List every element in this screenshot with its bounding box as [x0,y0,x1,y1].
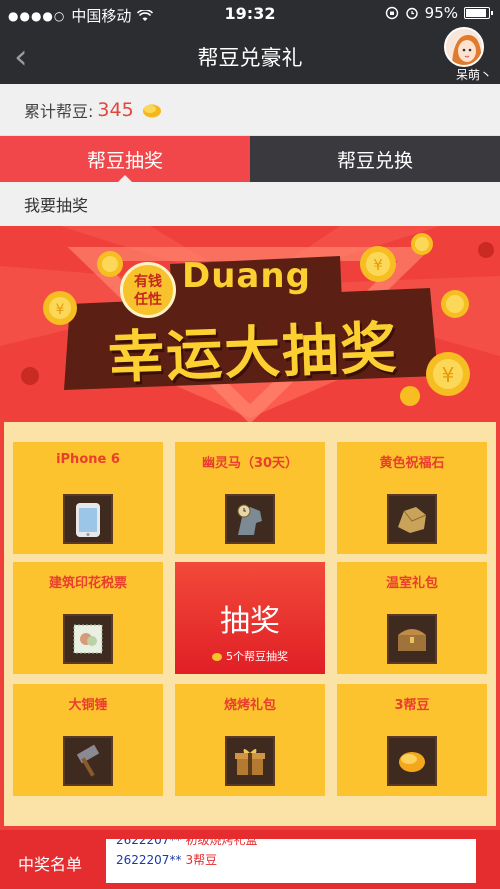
coin-icon: ¥ [426,352,470,396]
alarm-icon [405,7,418,20]
iphone-icon [63,494,113,544]
prize-label: 3帮豆 [394,698,430,713]
tab-exchange[interactable]: 帮豆兑换 [250,136,500,182]
list-item: 2622207** 初级烧烤礼盒 [116,839,257,848]
bean-icon [387,736,437,786]
coin-icon: ¥ [360,246,396,282]
draw-cost: 5个帮豆抽奖 [175,648,325,664]
list-item: 2622207** 3帮豆 [116,851,217,868]
prize-cell: 温室礼包 [337,562,487,674]
winner-prize: 3帮豆 [185,853,218,867]
prize-label: 烧烤礼包 [223,698,276,713]
stamp-icon [63,614,113,664]
coin-icon: ¥ [43,291,77,325]
bean-coin-icon [212,653,222,661]
draw-cost-label: 5个帮豆抽奖 [226,650,288,663]
winner-ticker[interactable]: 2622207** 初级烧烤礼盒 2622207** 3帮豆 [106,839,476,883]
lottery-banner: ¥ ¥ ¥ 有钱 任性 Duang 幸运大抽奖 [0,226,500,422]
banner-tag-line2: 任性 [134,292,162,308]
status-bar: ●●●●○ 中国移动 19:32 95% [0,0,500,28]
winner-user: 2622207** [116,839,182,847]
prize-cell: 黄色祝福石 [337,442,487,554]
hammer-icon [63,736,113,786]
prize-cell: 3帮豆 [337,684,487,796]
svg-text:¥: ¥ [56,302,65,318]
prize-label: 建筑印花税票 [48,576,127,591]
winner-prize: 初级烧烤礼盒 [185,839,258,847]
horse-icon [225,494,275,544]
tab-lottery[interactable]: 帮豆抽奖 [0,136,250,182]
bean-coin-icon [142,104,161,117]
coin-icon [411,233,433,255]
draw-button[interactable]: 抽奖 5个帮豆抽奖 [175,562,325,674]
prize-label: 大铜锤 [68,698,108,713]
rotation-lock-icon [385,6,398,20]
prize-cell: 幽灵马（30天） [175,442,325,554]
banner-headline: 幸运大抽奖 [107,315,400,392]
page-title: 帮豆兑豪礼 [197,46,303,70]
winner-user: 2622207** [116,853,182,867]
gift-box-icon [225,736,275,786]
avatar[interactable] [444,27,484,67]
prize-label: 黄色祝福石 [379,456,445,471]
points-value: 345 [97,98,134,121]
points-row: 累计帮豆: 345 [0,84,500,136]
section-title: 我要抽奖 [0,182,500,226]
user-nickname: 呆萌丶 [455,68,492,82]
prize-cell: 建筑印花税票 [13,562,163,674]
coin-icon [97,251,123,277]
banner-tag: 有钱 任性 [120,262,176,318]
prize-cell: 大铜锤 [13,684,163,796]
svg-text:¥: ¥ [373,256,383,274]
prize-label: 温室礼包 [385,576,438,591]
draw-button-label: 抽奖 [220,604,280,639]
battery-percent: 95% [424,4,458,22]
svg-text:¥: ¥ [442,363,455,387]
coin-icon [400,386,420,406]
coin-icon [441,290,469,318]
prize-cell: 烧烤礼包 [175,684,325,796]
banner-word: Duang [182,256,311,296]
battery-icon [464,7,493,19]
winner-list-title: 中奖名单 [18,855,83,874]
prize-cell: iPhone 6 [13,442,163,554]
tab-bar: 帮豆抽奖 帮豆兑换 [0,136,500,182]
top-bar: ●●●●○ 中国移动 19:32 95% ‹ 帮豆兑豪礼 呆萌丶 [0,0,500,84]
banner-tag-line1: 有钱 [134,274,162,290]
points-label: 累计帮豆: [24,101,94,121]
stone-icon [387,494,437,544]
winner-list: 中奖名单 2622207** 初级烧烤礼盒 2622207** 3帮豆 [0,830,500,889]
chest-icon [387,614,437,664]
prize-label: 幽灵马（30天） [201,456,299,471]
prize-label: iPhone 6 [56,452,120,467]
